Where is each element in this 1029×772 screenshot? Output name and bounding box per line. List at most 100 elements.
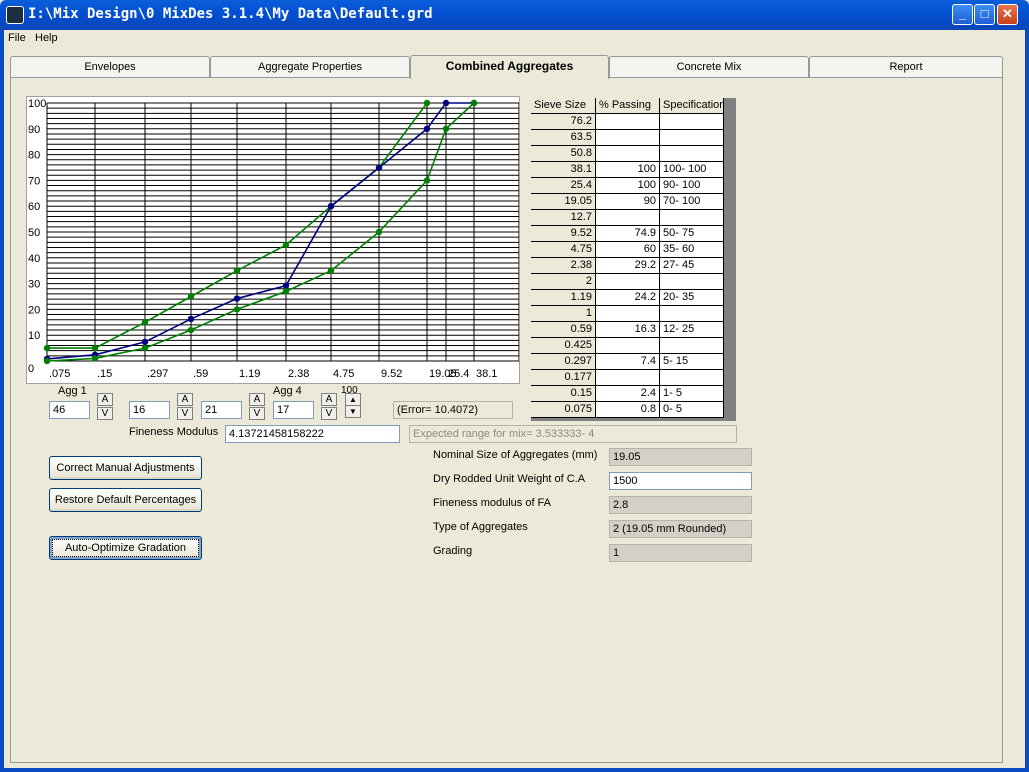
sieve-table-cell: [660, 146, 724, 162]
series-point-upper-limit: [91, 344, 99, 352]
series-point-lower-limit: [423, 177, 431, 184]
agg2-up-button[interactable]: A: [177, 393, 193, 406]
series-point-lower-limit: [233, 306, 241, 313]
tab-envelopes[interactable]: Envelopes: [10, 56, 210, 77]
total-down-button[interactable]: ▼: [345, 405, 361, 418]
x-tick-label: 38.1: [476, 368, 497, 380]
series-point-lower-limit: [327, 267, 335, 274]
agg2-down-button[interactable]: V: [177, 407, 193, 420]
series-point-upper-limit: [282, 241, 290, 249]
tab-aggregate-properties[interactable]: Aggregate Properties: [210, 56, 410, 77]
fm-fa-label: Fineness modulus of FA: [433, 497, 552, 509]
series-point-combined-mix: [282, 282, 290, 289]
series-point-combined-mix: [233, 295, 241, 302]
sieve-table-cell: 63.5: [531, 130, 596, 146]
series-point-lower-limit: [187, 326, 195, 334]
sieve-table-cell: [596, 114, 660, 130]
sieve-table-cell: 5- 15: [660, 354, 724, 370]
x-tick-label: 9.52: [381, 368, 402, 380]
grading-label: Grading: [433, 545, 473, 557]
series-point-upper-limit: [141, 319, 149, 326]
nominal-size-value: 19.05: [609, 448, 752, 466]
minimize-button[interactable]: _: [952, 4, 973, 25]
sieve-table-cell: 12- 25: [660, 322, 724, 338]
sieve-table-cell: 19.05: [531, 194, 596, 210]
y-tick-label: 80: [28, 150, 40, 162]
sieve-table-cell: [596, 274, 660, 290]
agg4-input[interactable]: 17: [273, 401, 314, 419]
fineness-modulus-label: Fineness Modulus: [129, 426, 219, 438]
agg2-input[interactable]: 16: [129, 401, 170, 419]
sieve-table-cell: 2.4: [596, 386, 660, 402]
sieve-table-cell: 0.177: [531, 370, 596, 386]
grading-value: 1: [609, 544, 752, 562]
tab-combined-aggregates[interactable]: Combined Aggregates: [410, 55, 609, 79]
y-tick-label: 10: [28, 330, 40, 342]
sieve-table-cell: [660, 130, 724, 146]
sieve-table-cell: 60: [596, 242, 660, 258]
tab-concrete-mix[interactable]: Concrete Mix: [609, 56, 809, 77]
window-frame-right: [1025, 30, 1029, 772]
sieve-table-cell: 90- 100: [660, 178, 724, 194]
sieve-table-cell: [596, 370, 660, 386]
sieve-table-cell: 100: [596, 178, 660, 194]
sieve-table-cell: 0.8: [596, 402, 660, 418]
agg3-input[interactable]: 21: [201, 401, 242, 419]
sieve-table-cell: [596, 338, 660, 354]
sieve-table-cell: [596, 130, 660, 146]
close-button[interactable]: ✕: [997, 4, 1018, 25]
restore-default-percentages-button[interactable]: Restore Default Percentages: [49, 488, 202, 512]
auto-optimize-gradation-button[interactable]: Auto-Optimize Gradation: [49, 536, 202, 560]
type-aggregates-label: Type of Aggregates: [433, 521, 528, 533]
agg4-down-button[interactable]: V: [321, 407, 337, 420]
y-tick-label: 30: [28, 279, 40, 291]
series-point-lower-limit: [141, 344, 149, 352]
window-frame-bottom: [0, 768, 1029, 772]
agg3-up-button[interactable]: A: [249, 393, 265, 406]
x-tick-label: 2.38: [288, 368, 309, 380]
window-title: I:\Mix Design\0 MixDes 3.1.4\My Data\Def…: [28, 6, 433, 22]
sieve-table-cell: 35- 60: [660, 242, 724, 258]
series-point-lower-limit: [282, 288, 290, 295]
x-tick-label: 25.4: [448, 368, 469, 380]
dry-rodded-label: Dry Rodded Unit Weight of C.A: [433, 473, 586, 485]
maximize-button[interactable]: □: [974, 4, 995, 25]
agg3-down-button[interactable]: V: [249, 407, 265, 420]
agg1-up-button[interactable]: A: [97, 393, 113, 406]
series-point-lower-limit: [442, 125, 450, 132]
x-tick-label: .297: [147, 368, 168, 380]
y-tick-label: 100: [28, 98, 46, 110]
fineness-modulus-value[interactable]: 4.13721458158222: [225, 425, 400, 443]
y-tick-label: 0: [28, 363, 34, 375]
agg4-label: Agg 4: [273, 385, 302, 397]
correct-manual-adjustments-button[interactable]: Correct Manual Adjustments: [49, 456, 202, 480]
sieve-table-cell: 76.2: [531, 114, 596, 130]
dry-rodded-input[interactable]: 1500: [609, 472, 752, 490]
sieve-table-cell: 38.1: [531, 162, 596, 178]
sieve-table-cell: 20- 35: [660, 290, 724, 306]
window-frame-left: [0, 30, 4, 772]
series-point-combined-mix: [375, 164, 383, 171]
sieve-table-cell: 27- 45: [660, 258, 724, 274]
menu-help[interactable]: Help: [35, 32, 58, 44]
tab-report[interactable]: Report: [809, 56, 1003, 77]
sieve-table-cell: [596, 210, 660, 226]
agg4-up-button[interactable]: A: [321, 393, 337, 406]
x-tick-label: .075: [49, 368, 70, 380]
sieve-table-header: Specification: [660, 98, 724, 114]
sieve-table-cell: 0.297: [531, 354, 596, 370]
menu-file[interactable]: File: [8, 32, 26, 44]
series-point-upper-limit: [233, 267, 241, 274]
sieve-table-cell: 25.4: [531, 178, 596, 194]
sieve-table: Sieve Size% Passing Specification 76.2 63.5…: [531, 98, 736, 421]
sieve-table-cell: 1- 5: [660, 386, 724, 402]
sieve-table-cell: 9.52: [531, 226, 596, 242]
agg1-down-button[interactable]: V: [97, 407, 113, 420]
sieve-table-cell: 4.75: [531, 242, 596, 258]
app-icon[interactable]: [6, 6, 24, 24]
series-point-upper-limit: [187, 293, 195, 300]
y-tick-label: 90: [28, 124, 40, 136]
sieve-table-cell: 74.9: [596, 226, 660, 242]
agg1-input[interactable]: 46: [49, 401, 90, 419]
series-point-combined-mix: [423, 125, 431, 132]
